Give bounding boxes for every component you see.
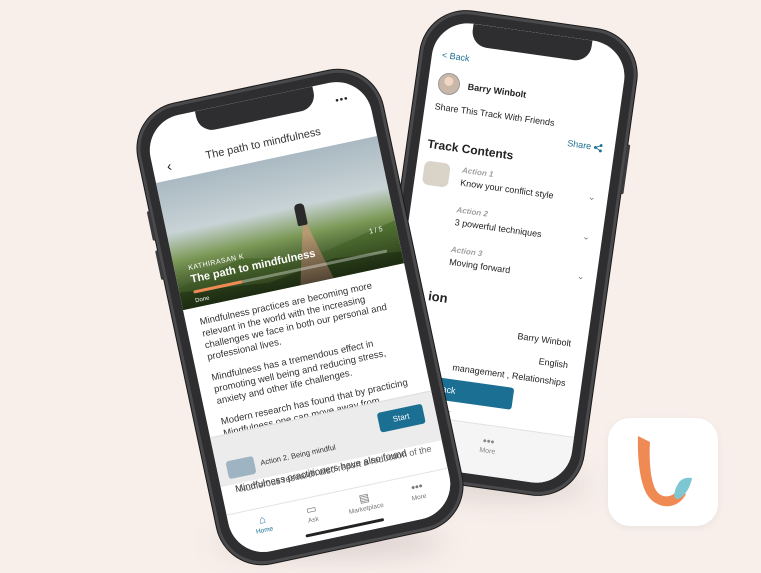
tab-home[interactable]: ⌂ Home (240, 510, 287, 539)
action-number: Action 1 (461, 165, 495, 179)
tab-label: Ask (307, 515, 320, 525)
share-button[interactable]: Share (567, 138, 604, 153)
action-thumbnail (421, 160, 451, 188)
back-link[interactable]: < Back (441, 50, 470, 64)
share-icon (593, 144, 603, 153)
chevron-down-icon[interactable]: ⌄ (582, 231, 591, 243)
author-name: Barry Winbolt (467, 81, 527, 100)
action-number: Action 3 (450, 244, 483, 259)
volume-button (146, 210, 156, 241)
tab-more[interactable]: ••• More (394, 477, 441, 506)
action-number: Action 2 (455, 205, 489, 219)
next-action-thumbnail (225, 455, 257, 480)
volume-button (155, 250, 165, 281)
avatar (436, 71, 462, 97)
next-action-label: Action 2. Being mindful (259, 442, 337, 468)
hiker-graphic (293, 202, 308, 227)
info-author[interactable]: Barry Winbolt (517, 331, 572, 348)
action-title: Know your conflict style (459, 177, 555, 201)
menu-icon[interactable]: ••• (334, 93, 350, 107)
track-contents-title: Track Contents (426, 136, 515, 163)
action-title: 3 powerful techniques (454, 217, 543, 240)
tab-label: More (478, 446, 496, 456)
logo-icon (637, 436, 692, 507)
chevron-down-icon[interactable]: ⌄ (576, 271, 585, 283)
tab-ask[interactable]: ▭ Ask (289, 499, 336, 528)
start-button[interactable]: Start (376, 403, 426, 433)
action-title: Moving forward (448, 256, 511, 276)
chevron-down-icon[interactable]: ⌄ (587, 191, 596, 203)
tab-label: More (411, 492, 428, 503)
app-logo (608, 418, 718, 526)
tab-marketplace[interactable]: ▤ Marketplace (341, 488, 388, 517)
power-button (620, 144, 631, 195)
share-label: Share (566, 138, 592, 152)
info-language: English (538, 356, 569, 371)
about-heading: ion (427, 288, 449, 306)
tab-more[interactable]: ••• More (467, 433, 509, 457)
